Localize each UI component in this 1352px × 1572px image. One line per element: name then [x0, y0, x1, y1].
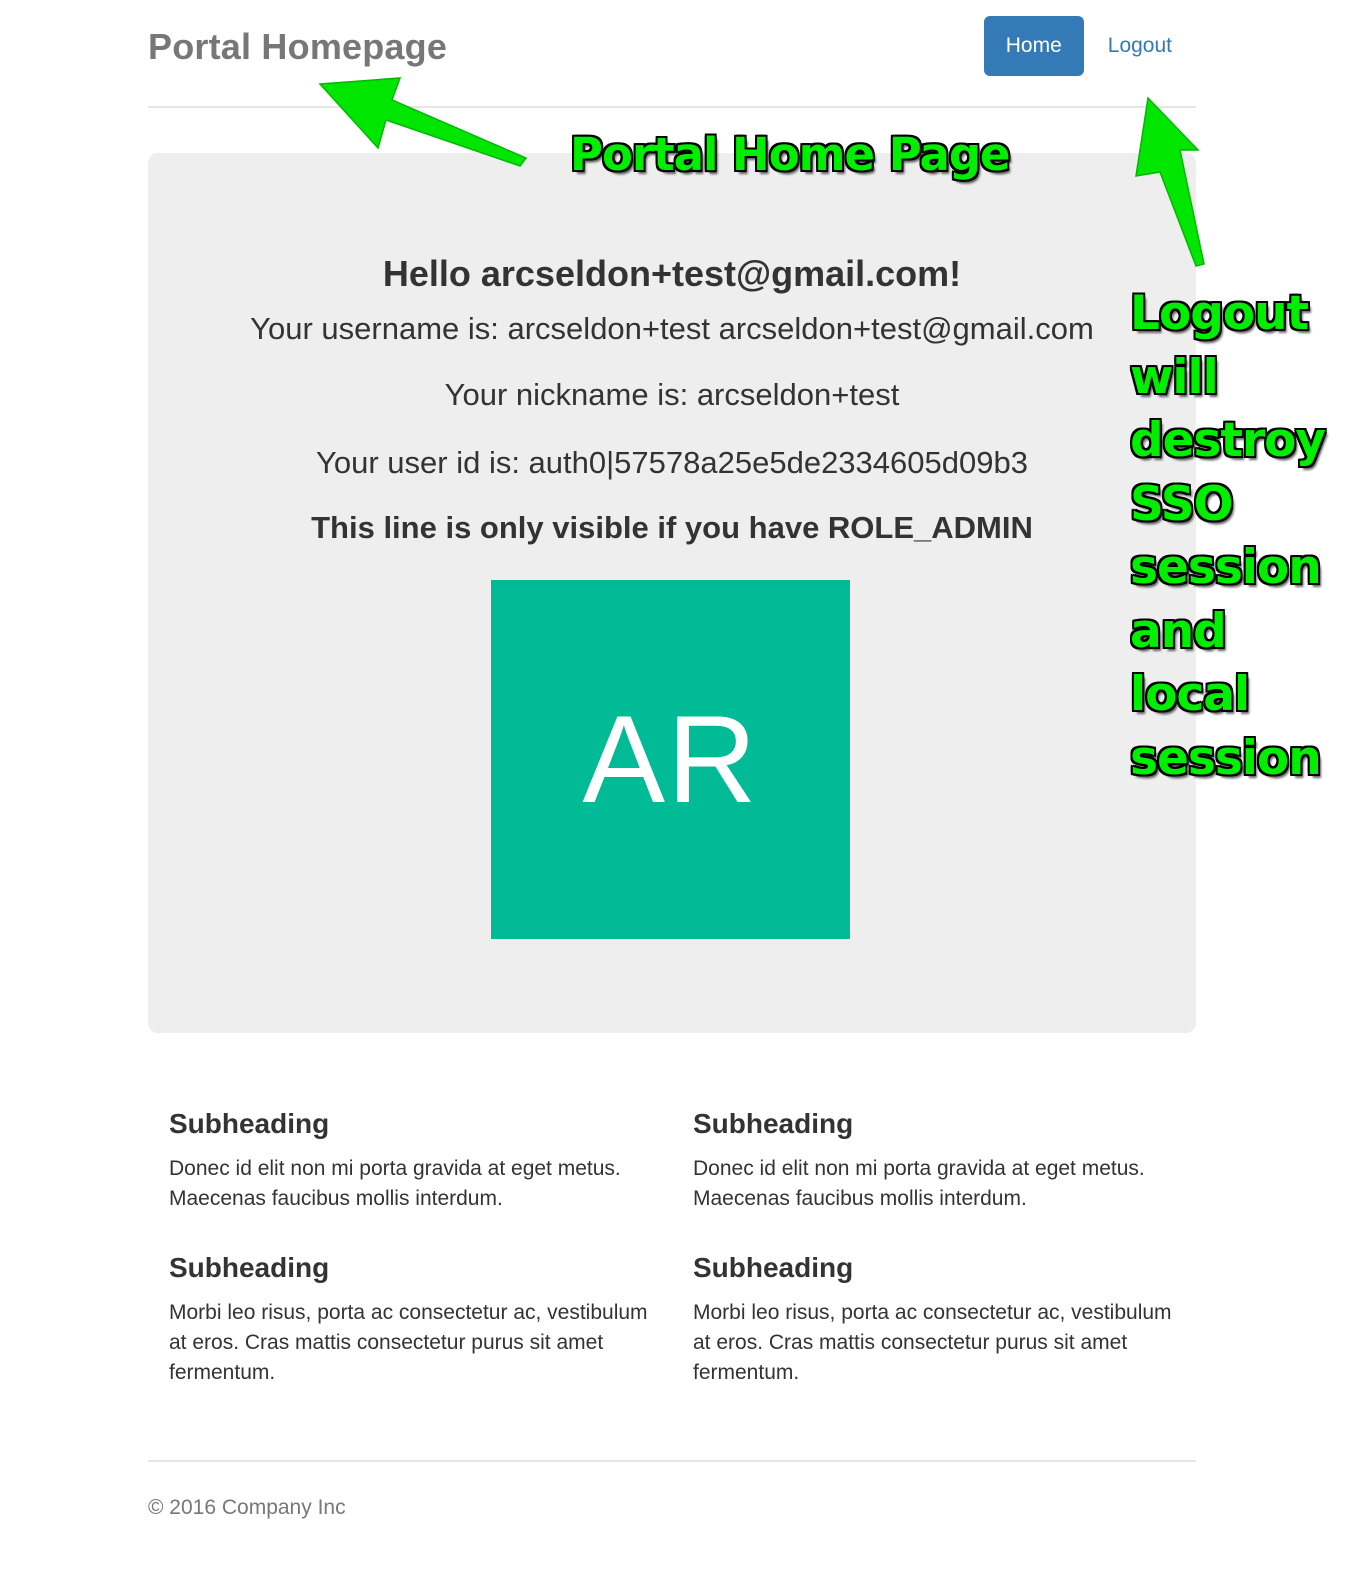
- user-id-line: Your user id is: auth0|57578a25e5de23346…: [316, 445, 1028, 480]
- section-heading: Subheading: [693, 1108, 854, 1139]
- section-block: Subheading Donec id elit non mi porta gr…: [693, 1108, 1173, 1214]
- section-heading: Subheading: [169, 1108, 330, 1139]
- section-heading: Subheading: [693, 1252, 854, 1283]
- avatar: AR: [491, 580, 850, 939]
- section-heading: Subheading: [169, 1252, 330, 1283]
- page-header: Portal Homepage Home Logout: [148, 0, 1196, 108]
- home-button[interactable]: Home: [983, 16, 1084, 76]
- section-text: Morbi leo risus, porta ac consectetur ac…: [693, 1301, 1172, 1384]
- jumbotron: Hello arcseldon+test@gmail.com! Your use…: [148, 153, 1196, 1033]
- annotation-logout-note: Logout will destroy SSO session and loca…: [1130, 286, 1326, 786]
- username-line: Your username is: arcseldon+test arcseld…: [250, 311, 1094, 346]
- nav-bar: Home Logout: [983, 16, 1196, 76]
- brand-title[interactable]: Portal Homepage: [148, 26, 447, 68]
- logout-link[interactable]: Logout: [1084, 16, 1196, 76]
- section-text: Donec id elit non mi porta gravida at eg…: [169, 1157, 621, 1210]
- page-footer: © 2016 Company Inc: [148, 1460, 1196, 1519]
- section-block: Subheading Morbi leo risus, porta ac con…: [169, 1252, 649, 1388]
- copyright-text: © 2016 Company Inc: [148, 1496, 346, 1519]
- admin-only-line: This line is only visible if you have RO…: [311, 510, 1033, 545]
- annotation-home-page: Portal Home Page: [570, 128, 1011, 181]
- greeting-heading: Hello arcseldon+test@gmail.com!: [382, 253, 962, 294]
- section-block: Subheading Donec id elit non mi porta gr…: [169, 1108, 649, 1214]
- section-text: Morbi leo risus, porta ac consectetur ac…: [169, 1301, 648, 1384]
- section-text: Donec id elit non mi porta gravida at eg…: [693, 1157, 1145, 1210]
- section-block: Subheading Morbi leo risus, porta ac con…: [693, 1252, 1173, 1388]
- nickname-line: Your nickname is: arcseldon+test: [444, 377, 900, 412]
